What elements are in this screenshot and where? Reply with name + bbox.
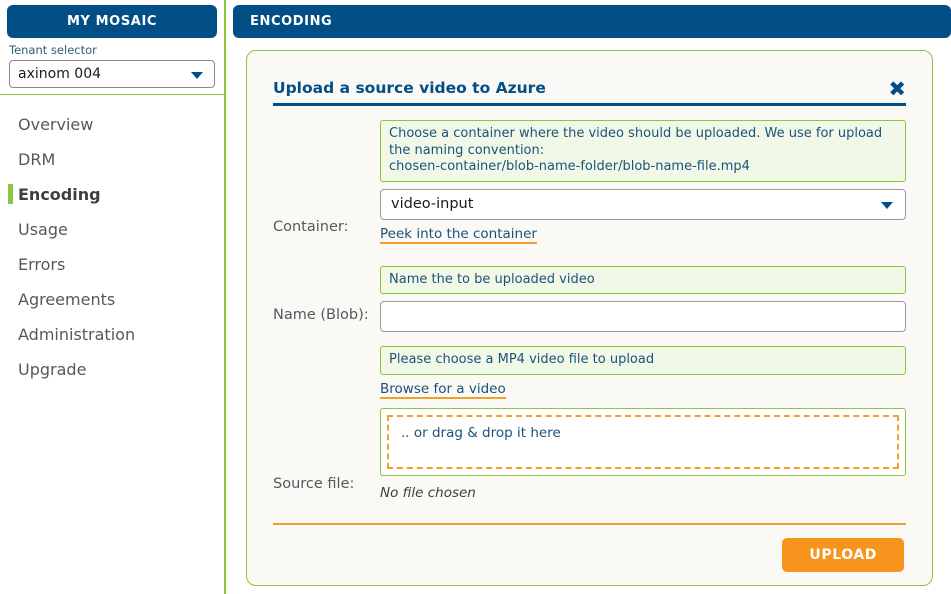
sidebar-nav: Overview DRM Encoding Usage Errors Agree… [0, 95, 224, 387]
sidebar-item-label: Upgrade [18, 360, 86, 379]
source-file-field: Please choose a MP4 video file to upload… [380, 346, 906, 501]
upload-form: Container: Choose a container where the … [247, 106, 932, 501]
app-root: MY MOSAIC Tenant selector axinom 004 Ove… [0, 0, 951, 594]
sidebar-item-label: Errors [18, 255, 65, 274]
sidebar-item-errors[interactable]: Errors [0, 247, 224, 282]
sidebar-item-label: Administration [18, 325, 135, 344]
source-file-hint: Please choose a MP4 video file to upload [380, 346, 906, 375]
tenant-selector-dropdown[interactable]: axinom 004 [9, 60, 215, 88]
chevron-down-icon [191, 72, 203, 79]
sidebar-item-agreements[interactable]: Agreements [0, 282, 224, 317]
dropzone-inner[interactable]: .. or drag & drop it here [387, 415, 899, 469]
name-blob-label: Name (Blob): [273, 266, 380, 333]
main-content: ENCODING Upload a source video to Azure … [225, 0, 951, 594]
spacer [273, 244, 906, 266]
container-select-value: video-input [391, 196, 473, 212]
container-label: Container: [273, 120, 380, 244]
name-blob-hint: Name the to be uploaded video [380, 266, 906, 295]
source-file-label: Source file: [273, 346, 380, 501]
dropzone-text: .. or drag & drop it here [401, 425, 561, 441]
container-row: Container: Choose a container where the … [273, 120, 906, 244]
dropzone[interactable]: .. or drag & drop it here [380, 408, 906, 476]
sidebar-item-overview[interactable]: Overview [0, 107, 224, 142]
peek-into-container-link[interactable]: Peek into the container [380, 226, 537, 244]
container-hint: Choose a container where the video shoul… [380, 120, 906, 182]
sidebar-item-encoding[interactable]: Encoding [0, 177, 224, 212]
browse-for-video-link[interactable]: Browse for a video [380, 381, 506, 399]
tenant-selector-label: Tenant selector [9, 42, 215, 60]
sidebar-item-administration[interactable]: Administration [0, 317, 224, 352]
sidebar-item-label: Overview [18, 115, 93, 134]
panel-title: Upload a source video to Azure [273, 79, 546, 97]
sidebar-item-upgrade[interactable]: Upgrade [0, 352, 224, 387]
name-blob-field: Name the to be uploaded video [380, 266, 906, 333]
brand-button[interactable]: MY MOSAIC [7, 5, 217, 38]
tenant-selector-value: axinom 004 [18, 66, 101, 82]
spacer [273, 332, 906, 346]
sidebar-item-drm[interactable]: DRM [0, 142, 224, 177]
chevron-down-icon [881, 202, 893, 209]
page-header-bar: ENCODING [233, 5, 951, 38]
sidebar-item-label: DRM [18, 150, 55, 169]
tenant-selector-group: Tenant selector axinom 004 [0, 38, 224, 95]
sidebar-item-label: Agreements [18, 290, 115, 309]
container-field: Choose a container where the video shoul… [380, 120, 906, 244]
sidebar-item-label: Usage [18, 220, 68, 239]
page-title: ENCODING [250, 14, 332, 29]
name-blob-input[interactable] [380, 301, 906, 332]
container-select[interactable]: video-input [380, 189, 906, 220]
upload-panel: Upload a source video to Azure ✖ Contain… [246, 50, 933, 586]
upload-button[interactable]: UPLOAD [782, 538, 904, 572]
sidebar: MY MOSAIC Tenant selector axinom 004 Ove… [0, 0, 225, 594]
close-icon[interactable]: ✖ [888, 81, 906, 97]
file-status-text: No file chosen [380, 485, 906, 501]
panel-header: Upload a source video to Azure ✖ [273, 79, 906, 106]
name-blob-row: Name (Blob): Name the to be uploaded vid… [273, 266, 906, 333]
source-file-row: Source file: Please choose a MP4 video f… [273, 346, 906, 501]
browse-row: Browse for a video [380, 375, 906, 399]
sidebar-item-label: Encoding [18, 185, 101, 204]
form-divider [273, 523, 906, 525]
sidebar-item-usage[interactable]: Usage [0, 212, 224, 247]
form-actions: UPLOAD [273, 538, 904, 572]
brand-label: MY MOSAIC [67, 14, 157, 29]
